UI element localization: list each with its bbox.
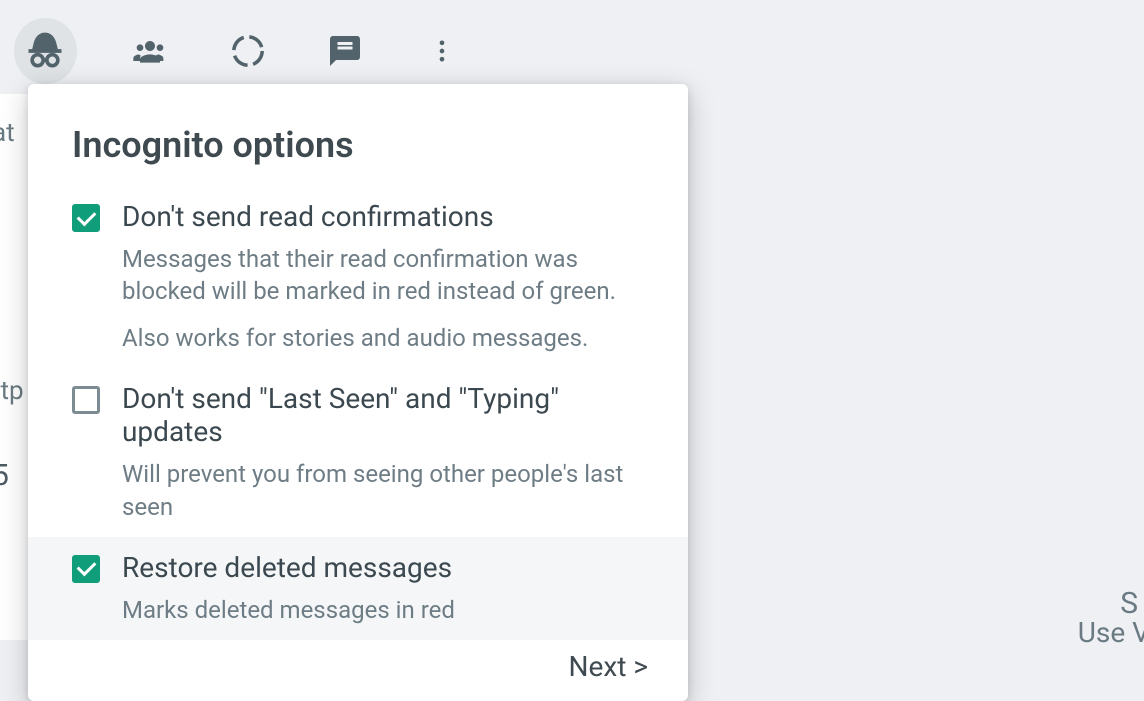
bg-text-fragment: 5 <box>0 458 9 493</box>
option-title: Don't send "Last Seen" and "Typing" upda… <box>122 382 644 448</box>
option-read-confirmations[interactable]: Don't send read confirmations Messages t… <box>28 186 688 368</box>
option-description: Will prevent you from seeing other peopl… <box>122 458 644 523</box>
bg-text-fragment: Use V <box>1078 616 1144 649</box>
option-description: Also works for stories and audio message… <box>122 322 644 354</box>
incognito-options-dialog: Incognito options Don't send read confir… <box>28 84 688 701</box>
option-title: Restore deleted messages <box>122 551 452 584</box>
bg-text-fragment: ttp <box>0 376 24 406</box>
dialog-title: Incognito options <box>28 84 688 186</box>
incognito-icon <box>23 29 67 73</box>
checkbox-read-confirmations[interactable] <box>72 204 100 232</box>
toolbar <box>0 0 480 94</box>
bg-text-fragment: at <box>0 118 15 148</box>
option-title: Don't send read confirmations <box>122 200 494 233</box>
status-icon <box>231 34 265 68</box>
next-button[interactable]: Next > <box>569 650 648 683</box>
option-restore-deleted[interactable]: Restore deleted messages Marks deleted m… <box>28 537 688 640</box>
dialog-footer: Next > <box>28 640 688 701</box>
more-vertical-icon <box>428 37 456 65</box>
group-button[interactable] <box>127 26 174 76</box>
incognito-button[interactable] <box>14 18 77 84</box>
checkbox-restore-deleted[interactable] <box>72 555 100 583</box>
chat-button[interactable] <box>321 26 368 76</box>
chat-icon <box>327 33 363 69</box>
group-icon <box>130 31 170 71</box>
option-last-seen-typing[interactable]: Don't send "Last Seen" and "Typing" upda… <box>28 368 688 537</box>
option-description: Marks deleted messages in red <box>122 594 644 626</box>
status-button[interactable] <box>224 26 271 76</box>
more-button[interactable] <box>419 26 466 76</box>
checkbox-last-seen-typing[interactable] <box>72 386 100 414</box>
option-description: Messages that their read confirmation wa… <box>122 243 644 308</box>
